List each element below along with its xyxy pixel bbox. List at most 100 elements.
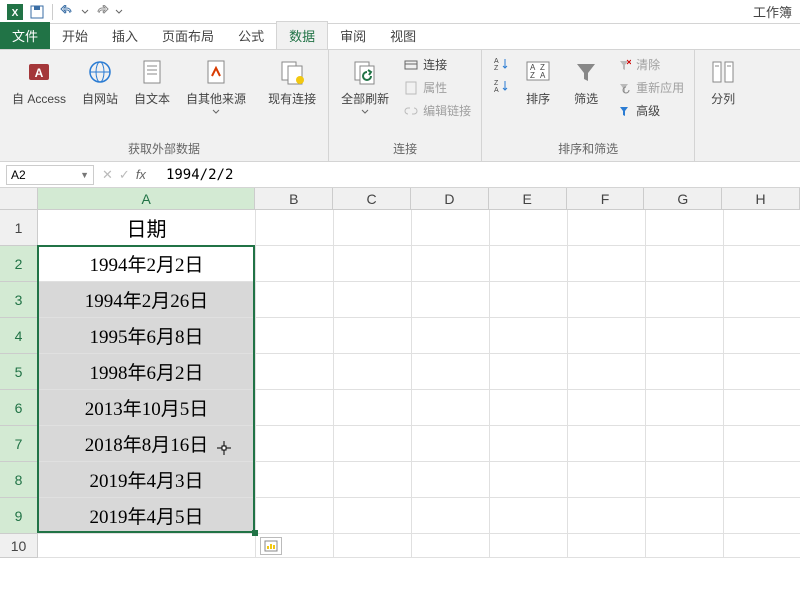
- cell-G6[interactable]: [646, 390, 724, 426]
- save-icon[interactable]: [28, 3, 46, 21]
- refresh-all-button[interactable]: 全部刷新: [335, 52, 395, 119]
- cell-H10[interactable]: [724, 534, 800, 558]
- cell-A1[interactable]: 日期: [38, 210, 256, 246]
- filter-button[interactable]: 筛选: [564, 52, 608, 111]
- cell-B8[interactable]: [256, 462, 334, 498]
- cell-A9[interactable]: 2019年4月5日: [38, 498, 256, 534]
- cell-D10[interactable]: [412, 534, 490, 558]
- tab-data[interactable]: 数据: [276, 21, 328, 49]
- tab-home[interactable]: 开始: [50, 22, 100, 49]
- cell-E2[interactable]: [490, 246, 568, 282]
- cell-H6[interactable]: [724, 390, 800, 426]
- sort-button[interactable]: AZZA 排序: [516, 52, 560, 111]
- worksheet-grid[interactable]: ABCDEFGH 12345678910 日期1994年2月2日1994年2月2…: [0, 188, 800, 600]
- cell-E9[interactable]: [490, 498, 568, 534]
- cell-G8[interactable]: [646, 462, 724, 498]
- cell-A5[interactable]: 1998年6月2日: [38, 354, 256, 390]
- cell-G3[interactable]: [646, 282, 724, 318]
- cell-G7[interactable]: [646, 426, 724, 462]
- cell-B9[interactable]: [256, 498, 334, 534]
- cell-F9[interactable]: [568, 498, 646, 534]
- row-header-5[interactable]: 5: [0, 354, 38, 390]
- cell-G1[interactable]: [646, 210, 724, 246]
- cell-A6[interactable]: 2013年10月5日: [38, 390, 256, 426]
- fx-icon[interactable]: fx: [136, 167, 146, 182]
- cell-G2[interactable]: [646, 246, 724, 282]
- cell-B6[interactable]: [256, 390, 334, 426]
- cell-G5[interactable]: [646, 354, 724, 390]
- undo-icon[interactable]: [59, 3, 77, 21]
- name-box-dropdown-icon[interactable]: ▼: [80, 170, 89, 180]
- cell-B5[interactable]: [256, 354, 334, 390]
- cell-D3[interactable]: [412, 282, 490, 318]
- tab-file[interactable]: 文件: [0, 22, 50, 49]
- cell-F2[interactable]: [568, 246, 646, 282]
- cell-E7[interactable]: [490, 426, 568, 462]
- tab-review[interactable]: 审阅: [328, 22, 378, 49]
- cell-D2[interactable]: [412, 246, 490, 282]
- select-all-corner[interactable]: [0, 188, 38, 210]
- cell-F8[interactable]: [568, 462, 646, 498]
- cell-G4[interactable]: [646, 318, 724, 354]
- tab-insert[interactable]: 插入: [100, 22, 150, 49]
- cell-D4[interactable]: [412, 318, 490, 354]
- cell-D8[interactable]: [412, 462, 490, 498]
- row-header-6[interactable]: 6: [0, 390, 38, 426]
- cell-H2[interactable]: [724, 246, 800, 282]
- cell-E1[interactable]: [490, 210, 568, 246]
- cell-C3[interactable]: [334, 282, 412, 318]
- cell-H7[interactable]: [724, 426, 800, 462]
- connections-button[interactable]: 连接: [399, 54, 475, 75]
- cell-F1[interactable]: [568, 210, 646, 246]
- cell-C2[interactable]: [334, 246, 412, 282]
- name-box[interactable]: A2 ▼: [6, 165, 94, 185]
- cell-B1[interactable]: [256, 210, 334, 246]
- row-header-1[interactable]: 1: [0, 210, 38, 246]
- cell-B4[interactable]: [256, 318, 334, 354]
- cell-F7[interactable]: [568, 426, 646, 462]
- column-header-C[interactable]: C: [333, 188, 411, 210]
- cell-E3[interactable]: [490, 282, 568, 318]
- cell-C5[interactable]: [334, 354, 412, 390]
- cell-D5[interactable]: [412, 354, 490, 390]
- cell-D9[interactable]: [412, 498, 490, 534]
- cell-E4[interactable]: [490, 318, 568, 354]
- column-header-F[interactable]: F: [567, 188, 645, 210]
- from-other-button[interactable]: 自其他来源: [180, 52, 252, 119]
- cell-B2[interactable]: [256, 246, 334, 282]
- cell-B3[interactable]: [256, 282, 334, 318]
- column-header-E[interactable]: E: [489, 188, 567, 210]
- cell-E5[interactable]: [490, 354, 568, 390]
- edit-links-button[interactable]: 编辑链接: [399, 100, 475, 121]
- tab-view[interactable]: 视图: [378, 22, 428, 49]
- cell-F6[interactable]: [568, 390, 646, 426]
- cell-F3[interactable]: [568, 282, 646, 318]
- cell-D6[interactable]: [412, 390, 490, 426]
- cell-F5[interactable]: [568, 354, 646, 390]
- cell-C8[interactable]: [334, 462, 412, 498]
- cell-C7[interactable]: [334, 426, 412, 462]
- cell-C9[interactable]: [334, 498, 412, 534]
- row-header-8[interactable]: 8: [0, 462, 38, 498]
- column-header-H[interactable]: H: [722, 188, 800, 210]
- qat-customize-icon[interactable]: [115, 3, 123, 21]
- advanced-button[interactable]: 高级: [612, 100, 688, 121]
- cells-area[interactable]: 日期1994年2月2日1994年2月26日1995年6月8日1998年6月2日2…: [38, 210, 800, 558]
- column-header-D[interactable]: D: [411, 188, 489, 210]
- cell-E8[interactable]: [490, 462, 568, 498]
- row-header-10[interactable]: 10: [0, 534, 38, 558]
- row-header-7[interactable]: 7: [0, 426, 38, 462]
- cell-A4[interactable]: 1995年6月8日: [38, 318, 256, 354]
- cell-H8[interactable]: [724, 462, 800, 498]
- column-header-G[interactable]: G: [644, 188, 722, 210]
- cell-D7[interactable]: [412, 426, 490, 462]
- formula-input[interactable]: [162, 165, 800, 185]
- existing-connections-button[interactable]: 现有连接: [262, 52, 322, 111]
- cell-E6[interactable]: [490, 390, 568, 426]
- sort-desc-button[interactable]: ZA: [488, 76, 512, 96]
- cancel-formula-icon[interactable]: ✕: [102, 167, 113, 183]
- cell-C10[interactable]: [334, 534, 412, 558]
- tab-page-layout[interactable]: 页面布局: [150, 22, 226, 49]
- cell-H5[interactable]: [724, 354, 800, 390]
- cell-E10[interactable]: [490, 534, 568, 558]
